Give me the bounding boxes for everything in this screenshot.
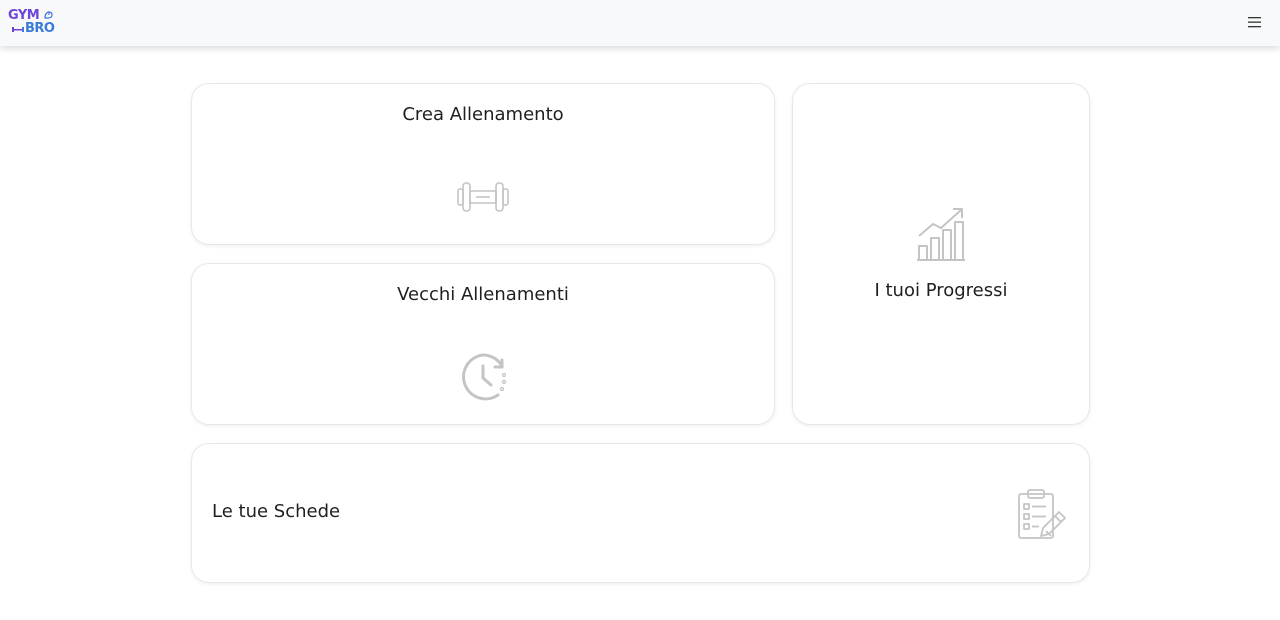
clipboard-edit-icon <box>1018 489 1066 539</box>
dumbbell-icon <box>457 182 509 212</box>
progress-title: I tuoi Progressi <box>874 280 1008 301</box>
gymbro-logo[interactable]: GYM BRO <box>8 9 58 39</box>
past-workouts-title: Vecchi Allenamenti <box>397 284 569 305</box>
create-workout-card[interactable]: Crea Allenamento <box>191 83 775 245</box>
flexed-arm-icon <box>44 11 53 19</box>
workout-plans-title: Le tue Schede <box>212 501 341 522</box>
logo-dumbbell-icon <box>12 27 24 32</box>
hamburger-menu-icon <box>1248 17 1261 28</box>
past-workouts-card[interactable]: Vecchi Allenamenti <box>191 263 775 425</box>
workout-plans-card[interactable]: Le tue Schede <box>191 443 1090 583</box>
hamburger-menu-button[interactable] <box>1248 14 1262 30</box>
history-clock-icon <box>462 353 507 401</box>
logo-text-bro: BRO <box>25 21 55 36</box>
progress-card[interactable]: I tuoi Progressi <box>792 83 1090 425</box>
growth-chart-icon <box>917 208 965 261</box>
create-workout-title: Crea Allenamento <box>402 104 564 125</box>
navbar: GYM BRO <box>0 0 1280 46</box>
